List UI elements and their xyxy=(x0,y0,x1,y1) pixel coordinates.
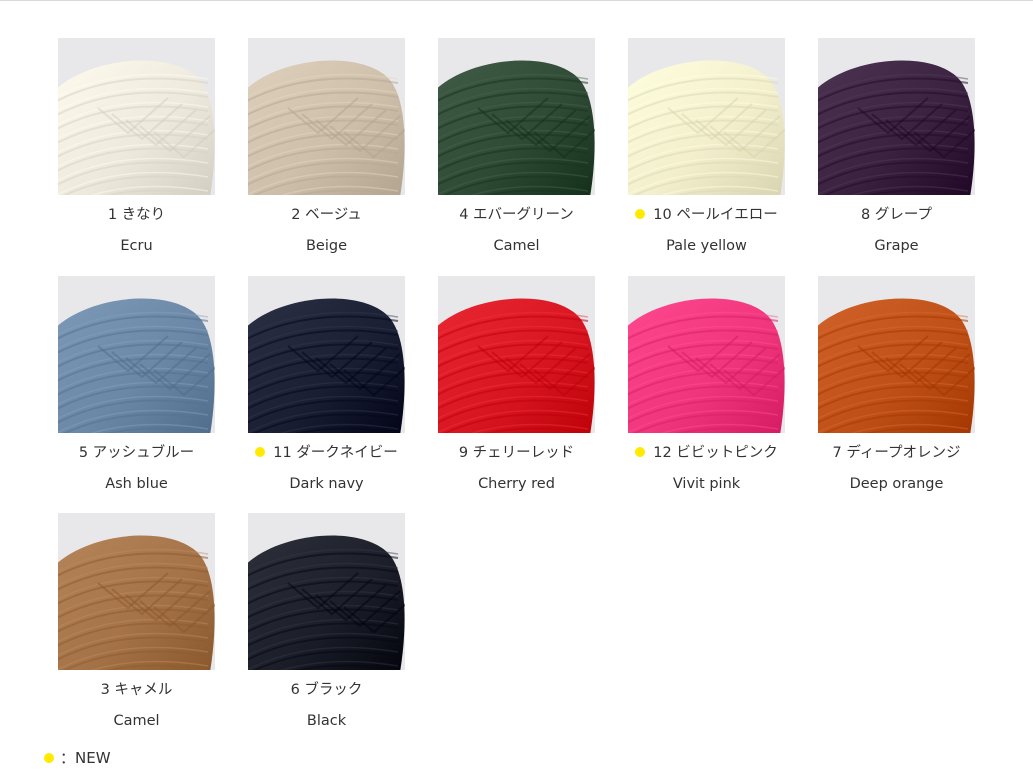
yarn-ball-image xyxy=(58,298,215,433)
swatch-label-ja: 3 キャメル xyxy=(38,680,235,700)
swatch-label-ja-text: 12 ビビットピンク xyxy=(653,444,778,461)
yarn-swatch-card: 12 ビビットピンク Vivit pink xyxy=(628,275,785,492)
yarn-ball-image xyxy=(58,535,215,670)
swatch-label-ja-text: 3 キャメル xyxy=(100,682,173,698)
swatch-label-ja: 2 ベージュ xyxy=(228,205,425,225)
yarn-photo xyxy=(628,38,785,195)
swatch-label-ja: 4 エバーグリーン xyxy=(418,205,615,225)
new-dot-icon xyxy=(635,446,646,457)
swatch-label-ja: 1 きなり xyxy=(38,205,235,225)
swatch-label-en: Ash blue xyxy=(105,475,168,492)
yarn-photo xyxy=(248,513,405,670)
yarn-ball-image xyxy=(628,298,785,433)
swatch-label-en: Pale yellow xyxy=(666,238,747,254)
yarn-photo xyxy=(438,275,595,433)
swatch-label-ja-text: 8 グレープ xyxy=(861,207,932,223)
yarn-swatch-card: 6 ブラック Black xyxy=(248,513,405,729)
yarn-swatch-card: 4 エバーグリーン Camel xyxy=(438,38,595,254)
swatch-label-en: Camel xyxy=(493,238,540,254)
swatch-label-ja: 12 ビビットピンク xyxy=(608,443,805,463)
swatch-label-ja-text: 7 ディープオレンジ xyxy=(832,444,961,461)
yarn-ball-image xyxy=(438,60,595,195)
swatch-label-ja-text: 6 ブラック xyxy=(290,682,363,698)
yarn-swatch-card: 3 キャメル Camel xyxy=(58,513,215,729)
swatch-label-ja: 11 ダークネイビー xyxy=(228,443,425,463)
swatch-label-ja: 10 ペールイエロー xyxy=(608,205,805,225)
yarn-ball-image xyxy=(438,298,595,433)
swatch-label-en: Cherry red xyxy=(478,475,555,492)
swatch-label-ja: 8 グレープ xyxy=(798,205,995,225)
yarn-ball-image xyxy=(248,535,405,670)
yarn-photo xyxy=(58,513,215,670)
new-dot-icon xyxy=(44,753,54,763)
swatch-label-ja: 5 アッシュブルー xyxy=(38,443,235,463)
yarn-photo xyxy=(248,38,405,195)
swatch-label-ja-text: 9 チェリーレッド xyxy=(458,444,575,461)
swatch-label-en: Beige xyxy=(305,238,348,254)
yarn-swatch-card: 7 ディープオレンジ Deep orange xyxy=(818,275,975,492)
swatch-label-ja-text: 5 アッシュブルー xyxy=(78,444,195,461)
new-legend: ：NEW xyxy=(44,748,111,768)
yarn-swatch-card: 1 きなり Ecru xyxy=(58,38,215,254)
swatch-label-en: Dark navy xyxy=(289,475,364,492)
yarn-photo xyxy=(58,275,215,433)
yarn-photo xyxy=(818,38,975,195)
swatch-label-en: Ecru xyxy=(120,238,153,254)
yarn-swatch-card: 10 ペールイエロー Pale yellow xyxy=(628,38,785,254)
swatch-label-ja-text: 2 ベージュ xyxy=(291,207,362,223)
swatch-label-ja: 7 ディープオレンジ xyxy=(798,443,995,463)
yarn-ball-image xyxy=(818,60,975,195)
swatch-label-ja-text: 1 きなり xyxy=(107,207,166,223)
yarn-swatch-card: 8 グレープ Grape xyxy=(818,38,975,254)
swatch-label-en: Vivit pink xyxy=(672,475,741,492)
yarn-photo xyxy=(248,275,405,433)
swatch-label-ja-text: 10 ペールイエロー xyxy=(653,207,778,223)
yarn-photo xyxy=(628,275,785,433)
swatch-label-en: Grape xyxy=(874,238,919,254)
yarn-ball-image xyxy=(58,60,215,195)
yarn-swatch-card: 5 アッシュブルー Ash blue xyxy=(58,275,215,492)
swatch-label-ja-text: 4 エバーグリーン xyxy=(459,207,574,223)
yarn-swatch-card: 2 ベージュ Beige xyxy=(248,38,405,254)
new-dot-icon xyxy=(255,446,266,457)
swatch-label-ja: 6 ブラック xyxy=(228,680,425,700)
yarn-photo xyxy=(58,38,215,195)
swatch-label-ja-text: 11 ダークネイビー xyxy=(273,444,398,461)
new-dot-icon xyxy=(635,209,646,219)
yarn-ball-image xyxy=(818,298,975,433)
swatch-label-en: Black xyxy=(306,713,347,729)
yarn-photo xyxy=(818,275,975,433)
swatch-label-ja: 9 チェリーレッド xyxy=(418,443,615,463)
yarn-ball-image xyxy=(248,298,405,433)
top-divider xyxy=(0,0,1033,1)
swatch-label-en: Camel xyxy=(113,713,160,729)
new-legend-text: ：NEW xyxy=(60,749,111,767)
yarn-swatch-card: 9 チェリーレッド Cherry red xyxy=(438,275,595,492)
yarn-swatch-card: 11 ダークネイビー Dark navy xyxy=(248,275,405,492)
yarn-ball-image xyxy=(248,60,405,195)
yarn-ball-image xyxy=(628,60,785,195)
yarn-photo xyxy=(438,38,595,195)
swatch-label-en: Deep orange xyxy=(849,475,944,492)
